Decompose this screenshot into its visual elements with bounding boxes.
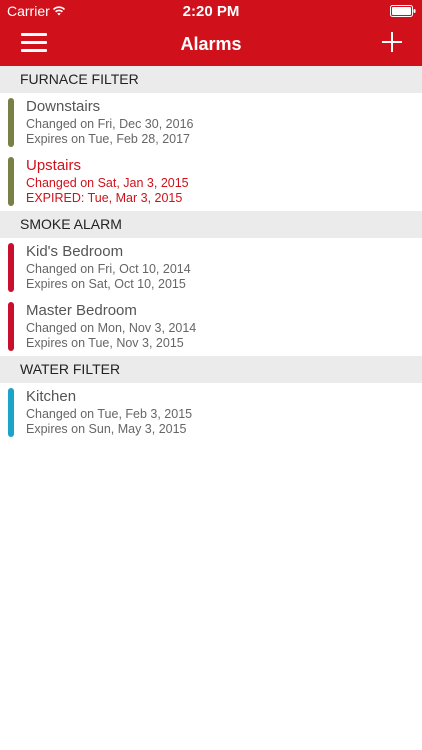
list-item-kitchen[interactable]: Kitchen Changed on Tue, Feb 3, 2015 Expi…	[0, 383, 422, 442]
item-title: Master Bedroom	[26, 302, 137, 319]
add-icon[interactable]	[380, 30, 404, 54]
item-expires: Expires on Sat, Oct 10, 2015	[26, 277, 186, 291]
category-color-bar	[8, 157, 14, 206]
item-changed: Changed on Sat, Jan 3, 2015	[26, 176, 189, 190]
status-bar: Carrier 2:20 PM	[0, 0, 422, 22]
list-item-upstairs[interactable]: Upstairs Changed on Sat, Jan 3, 2015 EXP…	[0, 152, 422, 211]
page-title: Alarms	[180, 34, 242, 54]
category-color-bar	[8, 302, 14, 351]
list-item-downstairs[interactable]: Downstairs Changed on Fri, Dec 30, 2016 …	[0, 93, 422, 152]
item-title: Kid's Bedroom	[26, 243, 124, 260]
item-title: Kitchen	[26, 388, 77, 405]
category-color-bar	[8, 388, 14, 437]
battery-icon	[390, 5, 416, 17]
section-header-water-filter: WATER FILTER	[0, 356, 422, 383]
alarm-list: FURNACE FILTER Downstairs Changed on Fri…	[0, 66, 422, 442]
item-changed: Changed on Fri, Oct 10, 2014	[26, 262, 191, 276]
nav-header: Carrier 2:20 PM Alarms	[0, 0, 422, 66]
category-color-bar	[8, 243, 14, 292]
section-header-smoke-alarm: SMOKE ALARM	[0, 211, 422, 238]
item-title: Downstairs	[26, 98, 101, 115]
section-header-furnace-filter: FURNACE FILTER	[0, 66, 422, 93]
list-item-master-bedroom[interactable]: Master Bedroom Changed on Mon, Nov 3, 20…	[0, 297, 422, 356]
list-item-kids-bedroom[interactable]: Kid's Bedroom Changed on Fri, Oct 10, 20…	[0, 238, 422, 297]
item-expires: Expires on Tue, Nov 3, 2015	[26, 336, 184, 350]
item-expires: Expires on Tue, Feb 28, 2017	[26, 132, 190, 146]
item-changed: Changed on Mon, Nov 3, 2014	[26, 321, 197, 335]
item-title: Upstairs	[26, 157, 82, 174]
status-time: 2:20 PM	[182, 3, 240, 20]
item-expires: EXPIRED: Tue, Mar 3, 2015	[26, 191, 183, 205]
item-changed: Changed on Tue, Feb 3, 2015	[26, 407, 193, 421]
category-color-bar	[8, 98, 14, 147]
item-expires: Expires on Sun, May 3, 2015	[26, 422, 187, 436]
item-changed: Changed on Fri, Dec 30, 2016	[26, 117, 194, 131]
